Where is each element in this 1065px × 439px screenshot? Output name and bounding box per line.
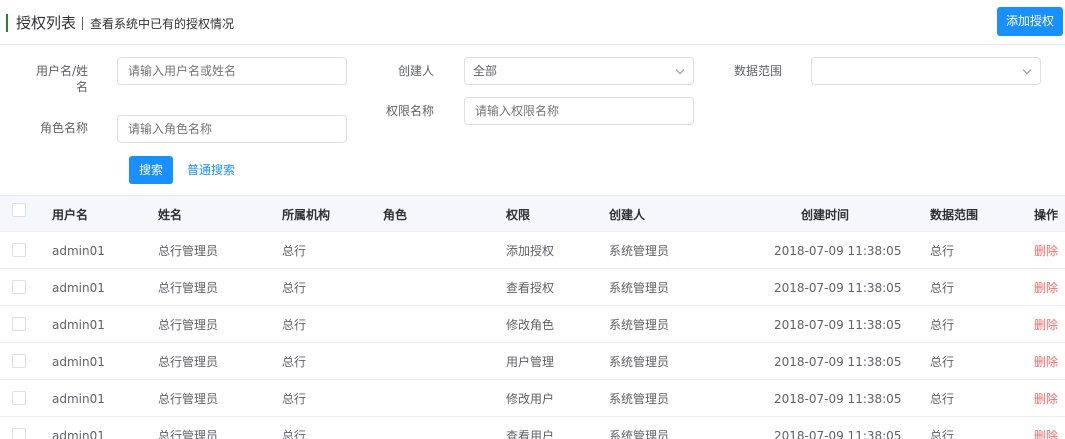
row-checkbox[interactable] [12,428,26,439]
page-header: 授权列表 查看系统中已有的授权情况 添加授权 [0,0,1065,45]
cell-name: 总行管理员 [158,318,219,332]
cell-scope: 总行 [930,429,955,439]
table-row: admin01 总行管理员 总行 查看授权 系统管理员 2018-07-09 11:38:… [0,269,1065,306]
cell-creator: 系统管理员 [609,429,670,439]
plain-search-link[interactable]: 普通搜索 [187,162,235,178]
cell-created-time: 2018-07-09 11:38:05 [774,429,902,439]
chevron-down-icon [1022,65,1032,75]
cell-username: admin01 [52,244,105,258]
cell-name: 总行管理员 [158,392,219,406]
col-name: 姓名 [158,208,183,222]
permission-label: 权限名称 [385,104,434,118]
cell-permission: 添加授权 [506,244,555,258]
col-org: 所属机构 [282,208,331,222]
cell-created-time: 2018-07-09 11:38:05 [774,281,902,295]
cell-username: admin01 [52,355,105,369]
cell-username: admin01 [52,318,105,332]
cell-name: 总行管理员 [158,244,219,258]
permission-input[interactable] [464,97,694,125]
col-created-time: 创建时间 [801,208,850,222]
delete-link[interactable]: 删除 [1034,354,1058,370]
cell-username: admin01 [52,281,105,295]
delete-link[interactable]: 删除 [1034,391,1058,407]
table-header: 用户名 姓名 所属机构 角色 权限 创建人 创建时间 数据范围 操作 [0,195,1065,232]
row-checkbox[interactable] [12,391,26,405]
scope-select[interactable] [811,57,1041,85]
cell-username: admin01 [52,392,105,406]
cell-permission: 修改角色 [506,318,555,332]
table-row: admin01 总行管理员 总行 添加授权 系统管理员 2018-07-09 11:38:… [0,232,1065,269]
creator-label: 创建人 [397,64,434,78]
cell-permission: 修改用户 [506,392,555,406]
col-scope: 数据范围 [930,208,979,222]
delete-link[interactable]: 删除 [1034,317,1058,333]
creator-select[interactable]: 全部 [464,57,694,85]
cell-created-time: 2018-07-09 11:38:05 [774,318,902,332]
title-separator [82,17,83,30]
delete-link[interactable]: 删除 [1034,280,1058,296]
cell-creator: 系统管理员 [609,318,670,332]
role-input[interactable] [117,115,347,143]
cell-permission: 查看授权 [506,281,555,295]
col-username: 用户名 [52,208,89,222]
cell-org: 总行 [282,392,307,406]
cell-org: 总行 [282,318,307,332]
row-checkbox[interactable] [12,280,26,294]
username-input[interactable] [117,57,347,85]
table-row: admin01 总行管理员 总行 用户管理 系统管理员 2018-07-09 11:38:… [0,343,1065,380]
cell-creator: 系统管理员 [609,244,670,258]
cell-scope: 总行 [930,244,955,258]
role-label: 角色名称 [39,121,88,135]
page-subtitle: 查看系统中已有的授权情况 [90,17,235,31]
cell-created-time: 2018-07-09 11:38:05 [774,355,902,369]
cell-org: 总行 [282,355,307,369]
creator-select-value: 全部 [473,64,498,78]
cell-scope: 总行 [930,318,955,332]
cell-creator: 系统管理员 [609,281,670,295]
cell-permission: 用户管理 [506,355,555,369]
cell-name: 总行管理员 [158,355,219,369]
cell-created-time: 2018-07-09 11:38:05 [774,244,902,258]
table-row: admin01 总行管理员 总行 修改角色 系统管理员 2018-07-09 11:38:… [0,306,1065,343]
cell-username: admin01 [52,429,105,439]
username-label: 用户名/姓名 [35,64,88,94]
cell-creator: 系统管理员 [609,355,670,369]
delete-link[interactable]: 删除 [1034,243,1058,259]
col-role: 角色 [383,208,408,222]
select-all-checkbox[interactable] [12,203,26,217]
delete-link[interactable]: 删除 [1034,428,1058,439]
cell-org: 总行 [282,429,307,439]
cell-creator: 系统管理员 [609,392,670,406]
col-permission: 权限 [506,208,531,222]
cell-scope: 总行 [930,281,955,295]
chevron-down-icon [675,65,685,75]
row-checkbox[interactable] [12,243,26,257]
cell-scope: 总行 [930,355,955,369]
table-row: admin01 总行管理员 总行 修改用户 系统管理员 2018-07-09 11:38:… [0,380,1065,417]
scope-label: 数据范围 [733,64,782,78]
cell-org: 总行 [282,244,307,258]
cell-created-time: 2018-07-09 11:38:05 [774,392,902,406]
page-title: 授权列表 [16,14,77,32]
row-checkbox[interactable] [12,317,26,331]
cell-name: 总行管理员 [158,281,219,295]
search-button[interactable]: 搜索 [129,156,173,184]
col-creator: 创建人 [609,208,646,222]
row-checkbox[interactable] [12,354,26,368]
title-accent-bar [6,14,8,32]
add-authorization-button[interactable]: 添加授权 [997,7,1063,36]
cell-scope: 总行 [930,392,955,406]
table-row: admin01 总行管理员 总行 查看用户 系统管理员 2018-07-09 11:38:… [0,417,1065,439]
cell-name: 总行管理员 [158,429,219,439]
col-action: 操作 [1034,208,1059,222]
cell-permission: 查看用户 [506,429,555,439]
cell-org: 总行 [282,281,307,295]
